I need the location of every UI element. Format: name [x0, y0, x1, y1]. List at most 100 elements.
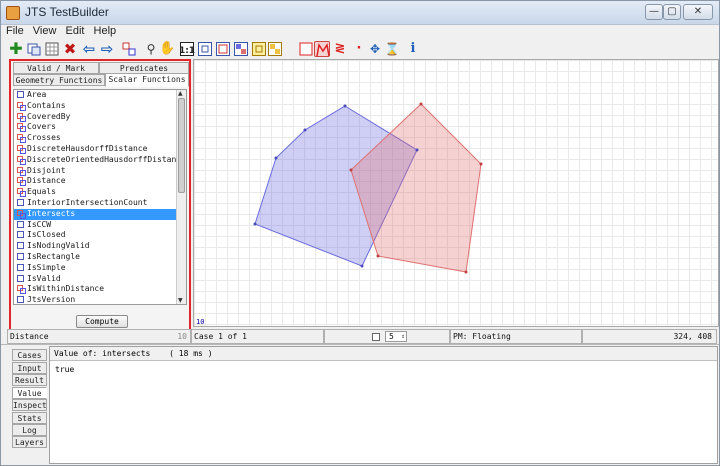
svg-text:1:1: 1:1 — [179, 46, 195, 56]
binary-function-icon — [17, 285, 26, 295]
value-timing: ( 18 ms ) — [169, 349, 213, 358]
tab-cases[interactable]: Cases — [12, 349, 47, 361]
function-list-item[interactable]: DiscreteOrientedHausdorffDistance — [14, 155, 186, 166]
function-label: DiscreteOrientedHausdorffDistance — [27, 154, 186, 164]
function-list-item[interactable]: IsCCW — [14, 220, 186, 231]
function-label: IsWithinDistance — [27, 284, 105, 294]
close-button[interactable]: ✕ — [683, 4, 713, 20]
function-list-item[interactable]: Contains — [14, 101, 186, 112]
function-list[interactable]: Area Contains CoveredBy Covers Crosses Discre… — [13, 89, 187, 305]
previous-case-icon[interactable]: ⇦ — [81, 41, 97, 57]
tab-value[interactable]: Value — [12, 387, 47, 399]
exchange-geometry-icon[interactable] — [121, 41, 137, 57]
function-list-item[interactable]: CoveredBy — [14, 112, 186, 123]
function-label: IsClosed — [27, 230, 66, 240]
tab-layers[interactable]: Layers — [12, 436, 47, 448]
function-list-item[interactable]: Crosses — [14, 133, 186, 144]
function-list-item[interactable]: JtsVersion — [14, 295, 186, 304]
function-label: Contains — [27, 100, 66, 110]
minimize-button[interactable]: — — [645, 4, 663, 20]
tab-geometry-functions[interactable]: Geometry Functions — [13, 74, 105, 86]
tab-scalar-functions[interactable]: Scalar Functions — [105, 73, 189, 87]
function-list-item[interactable]: IsRectangle — [14, 252, 186, 263]
function-list-item[interactable]: Covers — [14, 122, 186, 133]
delete-vertex-icon[interactable]: ⌛ — [384, 41, 400, 57]
pan-icon[interactable]: ✋ — [159, 41, 175, 57]
next-case-icon[interactable]: ⇨ — [99, 41, 115, 57]
zoom-icon[interactable]: ⚲ — [143, 41, 159, 57]
value-result[interactable]: true — [55, 365, 74, 374]
menu-bar: File View Edit Help — [1, 25, 719, 39]
tab-log[interactable]: Log — [12, 424, 47, 436]
function-label: Equals — [27, 187, 56, 197]
function-list-item[interactable]: IsNodingValid — [14, 241, 186, 252]
function-list-item[interactable]: IsValid — [14, 274, 186, 285]
draw-polygon-icon[interactable] — [298, 41, 314, 57]
tab-input[interactable]: Input — [12, 362, 47, 374]
binary-function-icon — [17, 188, 26, 198]
binary-function-icon — [17, 123, 26, 133]
spinner-value: 5 — [389, 332, 394, 341]
binary-function-icon — [17, 155, 26, 165]
scroll-thumb[interactable] — [178, 98, 185, 193]
copy-case-icon[interactable] — [26, 41, 42, 57]
grid-checkbox[interactable] — [372, 333, 380, 341]
add-case-icon[interactable]: ✚ — [8, 41, 24, 57]
draw-linestring-icon[interactable] — [314, 41, 330, 57]
zoom-one-to-one-icon[interactable]: 1:1 — [179, 41, 195, 57]
zoom-to-result-icon[interactable] — [267, 41, 283, 57]
menu-view[interactable]: View — [33, 25, 57, 37]
move-vertex-icon[interactable]: ✥ — [367, 41, 383, 57]
geometry-layer — [253, 102, 483, 274]
info-icon[interactable]: i — [405, 41, 421, 57]
tab-inspect[interactable]: Inspect — [12, 399, 47, 411]
function-label: DiscreteHausdorffDistance — [27, 143, 148, 153]
function-list-item[interactable]: Distance — [14, 176, 186, 187]
geometry-canvas[interactable]: 10 — [193, 59, 719, 327]
function-label: IsSimple — [27, 262, 66, 272]
status-bar: Distance 10 Case 1 of 1 5 ⇕ PM: Floating … — [1, 329, 719, 344]
spinner-arrows-icon[interactable]: ⇕ — [401, 332, 405, 341]
scroll-down-icon[interactable]: ▼ — [178, 297, 183, 304]
tab-stats[interactable]: Stats — [12, 412, 47, 424]
draw-line-icon[interactable]: ≷ — [332, 41, 348, 57]
function-list-scrollbar[interactable]: ▲ ▼ — [176, 90, 186, 304]
zoom-to-input-icon[interactable] — [215, 41, 231, 57]
function-label: IsValid — [27, 273, 61, 283]
function-list-item[interactable]: Disjoint — [14, 166, 186, 177]
scroll-up-icon[interactable]: ▲ — [178, 90, 183, 97]
zoom-to-input-b-icon[interactable] — [251, 41, 267, 57]
unary-function-icon — [17, 242, 24, 250]
function-list-item[interactable]: Area — [14, 90, 186, 101]
zoom-to-full-icon[interactable] — [197, 41, 213, 57]
delete-case-icon[interactable]: ✖ — [62, 41, 78, 57]
function-list-item[interactable]: Equals — [14, 187, 186, 198]
function-label: Distance — [27, 176, 66, 186]
function-list-item[interactable]: IsSimple — [14, 263, 186, 274]
tab-valid-mark[interactable]: Valid / Mark — [13, 62, 99, 74]
menu-file[interactable]: File — [6, 25, 24, 37]
function-label: IsRectangle — [27, 251, 80, 261]
title-bar[interactable]: JTS TestBuilder — ▢ ✕ — [1, 1, 719, 25]
function-list-item[interactable]: Intersects — [14, 208, 186, 220]
function-list-item[interactable]: DiscreteHausdorffDistance — [14, 144, 186, 155]
grid-case-icon[interactable] — [44, 41, 60, 57]
function-list-item[interactable]: IsClosed — [14, 230, 186, 241]
function-list-item[interactable]: IsWithinDistance — [14, 284, 186, 295]
toolbar: ✚ ✖ ⇦ ⇨ ⚲ ✋ 1:1 ≷ · ✥ ⌛ i — [1, 39, 719, 59]
unary-function-icon — [17, 263, 24, 271]
compute-button[interactable]: Compute — [76, 315, 128, 328]
function-name: Distance — [10, 332, 49, 341]
value-panel: Value of: intersects ( 18 ms ) true — [49, 346, 718, 464]
grid-spinner[interactable]: 5 ⇕ — [385, 331, 407, 342]
menu-help[interactable]: Help — [94, 25, 117, 37]
function-name-field: Distance 10 — [7, 329, 191, 344]
menu-edit[interactable]: Edit — [66, 25, 85, 37]
function-list-item[interactable]: InteriorIntersectionCount — [14, 198, 186, 209]
maximize-button[interactable]: ▢ — [663, 4, 681, 20]
function-param[interactable]: 10 — [177, 330, 187, 344]
draw-point-icon[interactable]: · — [351, 41, 367, 57]
tab-result[interactable]: Result — [12, 374, 47, 386]
zoom-to-input-a-icon[interactable] — [233, 41, 249, 57]
function-label: Crosses — [27, 133, 61, 143]
